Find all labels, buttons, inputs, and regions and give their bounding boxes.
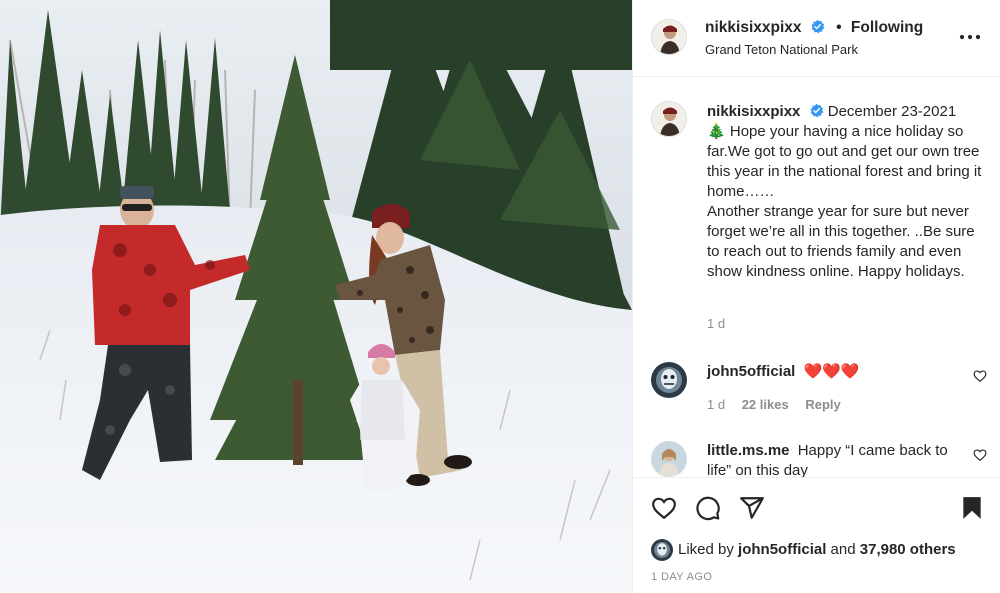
- caption: nikkisixxpixx December 23-2021 🎄 Hope yo…: [707, 102, 987, 282]
- commenter-avatar[interactable]: [651, 441, 687, 477]
- commenter-username[interactable]: john5official: [707, 363, 795, 380]
- comment-age: 1 d: [707, 397, 726, 412]
- bookmark-icon[interactable]: [959, 495, 985, 521]
- verified-badge-icon: [810, 103, 823, 118]
- comment-likes-count[interactable]: 22 likes: [742, 397, 789, 412]
- post-actions: Liked by john5official and 37,980 others…: [633, 477, 1000, 593]
- post-timestamp[interactable]: 1 DAY AGO: [651, 571, 712, 583]
- christmas-tree-emoji: 🎄: [707, 123, 726, 140]
- author-username[interactable]: nikkisixxpixx: [705, 19, 802, 36]
- post-photo[interactable]: [0, 0, 632, 593]
- comment-item: little.ms.me Happy “I came back to life”…: [633, 438, 1000, 477]
- likes-middle: and: [826, 541, 860, 558]
- author-avatar[interactable]: [651, 19, 687, 55]
- commenter-username[interactable]: little.ms.me: [707, 442, 790, 459]
- location-link[interactable]: Grand Teton National Park: [705, 42, 858, 57]
- family-christmas-tree-photo: [0, 0, 632, 593]
- caption-text: Hope your having a nice holiday so far.W…: [707, 123, 982, 280]
- caption-age: 1 d: [707, 316, 726, 331]
- post-header: nikkisixxpixx • Following Grand Teton Na…: [633, 0, 1000, 77]
- more-horizontal-icon[interactable]: [959, 27, 981, 47]
- post-sidebar: nikkisixxpixx • Following Grand Teton Na…: [632, 0, 1000, 593]
- heart-icon[interactable]: [651, 495, 677, 521]
- comment-icon[interactable]: [695, 495, 721, 521]
- share-icon[interactable]: [739, 495, 765, 521]
- likes-user[interactable]: john5official: [738, 541, 826, 558]
- comment-item: john5official ❤️❤️❤️ 1 d 22 likes Reply: [633, 359, 1000, 429]
- comment-like-heart-icon[interactable]: [973, 448, 987, 462]
- caption-username[interactable]: nikkisixxpixx: [707, 103, 800, 120]
- comment-like-heart-icon[interactable]: [973, 369, 987, 383]
- separator-dot: •: [836, 19, 842, 36]
- following-button[interactable]: Following: [851, 19, 923, 36]
- verified-badge-icon: [811, 19, 825, 34]
- commenter-avatar[interactable]: [651, 362, 687, 398]
- caption-author-avatar[interactable]: [651, 101, 687, 137]
- comments-list[interactable]: nikkisixxpixx December 23-2021 🎄 Hope yo…: [633, 78, 1000, 477]
- liker-avatar: [651, 539, 673, 561]
- caption-date: December 23-2021: [827, 103, 957, 120]
- comment-text: ❤️❤️❤️: [803, 363, 860, 380]
- reply-button[interactable]: Reply: [805, 397, 840, 412]
- likes-prefix: Liked by: [678, 541, 739, 558]
- likes-count[interactable]: 37,980 others: [860, 541, 956, 558]
